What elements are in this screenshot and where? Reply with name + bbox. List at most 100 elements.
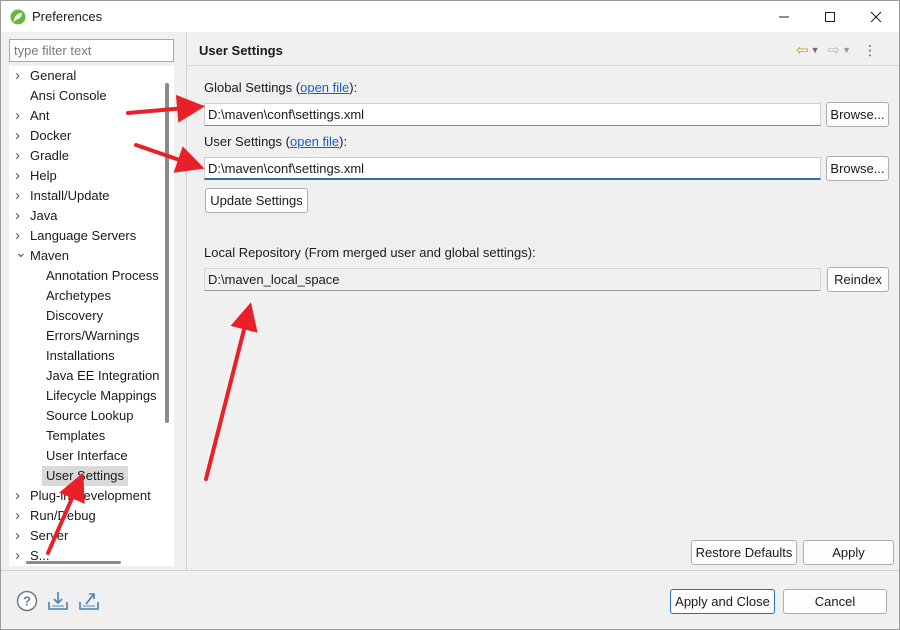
tree-vertical-scrollbar[interactable]: [165, 83, 169, 423]
forward-arrow-icon[interactable]: ⇨: [828, 41, 841, 59]
page-navigation: ⇦ ▼ ⇨ ▼ ⋮: [796, 41, 877, 60]
window-title: Preferences: [32, 9, 103, 24]
tree-child-item[interactable]: User Settings: [9, 466, 174, 486]
chevron-right-icon[interactable]: ›: [15, 486, 25, 506]
tree-item-label: Run/Debug: [30, 508, 96, 523]
tree-item-label: Java: [30, 208, 58, 223]
tree-item-label: Plug-in Development: [30, 488, 151, 503]
tree-child-item[interactable]: Errors/Warnings: [9, 326, 174, 346]
chevron-right-icon[interactable]: ›: [15, 506, 25, 526]
tree-item[interactable]: › Install/Update: [9, 186, 174, 206]
user-browse-button[interactable]: Browse...: [826, 156, 889, 181]
import-icon[interactable]: [47, 590, 69, 612]
tree-item-label: Source Lookup: [46, 408, 134, 423]
apply-button[interactable]: Apply: [803, 540, 894, 565]
chevron-right-icon[interactable]: ›: [15, 526, 25, 546]
chevron-right-icon[interactable]: ›: [15, 206, 25, 226]
user-settings-label: User Settings (open file):: [204, 134, 347, 149]
tree-item[interactable]: › Ant: [9, 106, 174, 126]
tree-item[interactable]: › Run/Debug: [9, 506, 174, 526]
tree-child-item[interactable]: Archetypes: [9, 286, 174, 306]
preference-tree: › General Ansi Console › Ant › Docker › Gradle › H…: [9, 66, 174, 566]
tree-item[interactable]: Ansi Console: [9, 86, 174, 106]
chevron-down-icon[interactable]: ⌄: [15, 242, 27, 262]
tree-child-item[interactable]: Annotation Process: [9, 266, 174, 286]
help-icon[interactable]: ?: [16, 590, 38, 612]
tree-item[interactable]: › Gradle: [9, 146, 174, 166]
user-settings-label-suffix: ):: [339, 134, 348, 149]
global-settings-label: Global Settings (open file):: [204, 80, 357, 95]
tree-item-label: Help: [30, 168, 57, 183]
close-icon: [870, 11, 882, 22]
chevron-right-icon[interactable]: ›: [15, 66, 25, 86]
tree-item[interactable]: › Help: [9, 166, 174, 186]
title-bar: Preferences: [1, 1, 899, 32]
tree-item[interactable]: › Plug-in Development: [9, 486, 174, 506]
export-icon[interactable]: [78, 590, 100, 612]
tree-item[interactable]: › Docker: [9, 126, 174, 146]
tree-child-item[interactable]: Lifecycle Mappings: [9, 386, 174, 406]
global-settings-field[interactable]: D:\maven\conf\settings.xml: [204, 103, 821, 126]
tree-item-label: Server: [30, 528, 69, 543]
global-settings-label-text: Global Settings (: [204, 80, 301, 95]
user-settings-label-text: User Settings (: [204, 134, 290, 149]
chevron-right-icon[interactable]: ›: [15, 146, 25, 166]
chevron-right-icon[interactable]: ›: [15, 106, 25, 126]
tree-item[interactable]: › Language Servers: [9, 226, 174, 246]
tree-child-item[interactable]: Java EE Integration: [9, 366, 174, 386]
header-separator: [187, 65, 899, 66]
filter-input[interactable]: [9, 39, 174, 62]
chevron-right-icon[interactable]: ›: [15, 126, 25, 146]
user-settings-field[interactable]: D:\maven\conf\settings.xml: [204, 157, 821, 180]
chevron-right-icon[interactable]: ›: [15, 186, 25, 206]
tree-child-item[interactable]: User Interface: [9, 446, 174, 466]
tree-item-label: Templates: [46, 428, 106, 443]
more-options-icon[interactable]: ⋮: [863, 42, 877, 59]
annotation-arrow: [204, 302, 258, 481]
update-settings-button[interactable]: Update Settings: [205, 188, 308, 213]
tree-item-label: Docker: [30, 128, 72, 143]
global-settings-open-file-link[interactable]: open file: [300, 80, 349, 95]
preferences-window: Preferences › General Ansi Console › Ant › Doc…: [0, 0, 900, 630]
tree-item-label: Ansi Console: [30, 88, 107, 103]
tree-item[interactable]: › General: [9, 66, 174, 86]
tree-child-item[interactable]: Installations: [9, 346, 174, 366]
tree-item[interactable]: › Server: [9, 526, 174, 546]
chevron-right-icon[interactable]: ›: [15, 546, 25, 566]
tree-horizontal-scrollbar[interactable]: [26, 561, 121, 564]
tree-child-item[interactable]: Discovery: [9, 306, 174, 326]
tree-item[interactable]: ⌄ Maven: [9, 244, 174, 266]
tree-item-label: General: [30, 68, 77, 83]
apply-and-close-button[interactable]: Apply and Close: [670, 589, 775, 614]
tree-item[interactable]: › Java: [9, 206, 174, 226]
tree-item-label: Ant: [30, 108, 50, 123]
tree-child-item[interactable]: Source Lookup: [9, 406, 174, 426]
spring-leaf-icon: [10, 9, 26, 25]
global-settings-label-suffix: ):: [349, 80, 358, 95]
page-title: User Settings: [199, 43, 283, 58]
back-arrow-icon[interactable]: ⇦: [796, 41, 809, 59]
close-button[interactable]: [853, 1, 899, 32]
forward-dropdown-icon[interactable]: ▼: [842, 45, 851, 55]
cancel-button[interactable]: Cancel: [783, 589, 887, 614]
tree-item-label: Annotation Process: [46, 268, 159, 283]
tree-item-label: Discovery: [46, 308, 104, 323]
tree-item-label: User Interface: [46, 448, 128, 463]
maximize-button[interactable]: [807, 1, 853, 32]
tree-child-item[interactable]: Templates: [9, 426, 174, 446]
user-settings-open-file-link[interactable]: open file: [290, 134, 339, 149]
footer-separator: [1, 570, 899, 571]
svg-text:?: ?: [23, 594, 31, 609]
chevron-right-icon[interactable]: ›: [15, 166, 25, 186]
reindex-button[interactable]: Reindex: [827, 267, 889, 292]
minimize-button[interactable]: [761, 1, 807, 32]
tree-item-label: Archetypes: [46, 288, 112, 303]
tree-item-label: Lifecycle Mappings: [46, 388, 157, 403]
global-browse-button[interactable]: Browse...: [826, 102, 889, 127]
pane-divider[interactable]: [186, 32, 187, 570]
back-dropdown-icon[interactable]: ▼: [811, 45, 820, 55]
tree-item-label: Install/Update: [30, 188, 110, 203]
local-repository-label: Local Repository (From merged user and g…: [204, 245, 536, 260]
local-repository-field[interactable]: D:\maven_local_space: [204, 268, 821, 291]
restore-defaults-button[interactable]: Restore Defaults: [691, 540, 797, 565]
